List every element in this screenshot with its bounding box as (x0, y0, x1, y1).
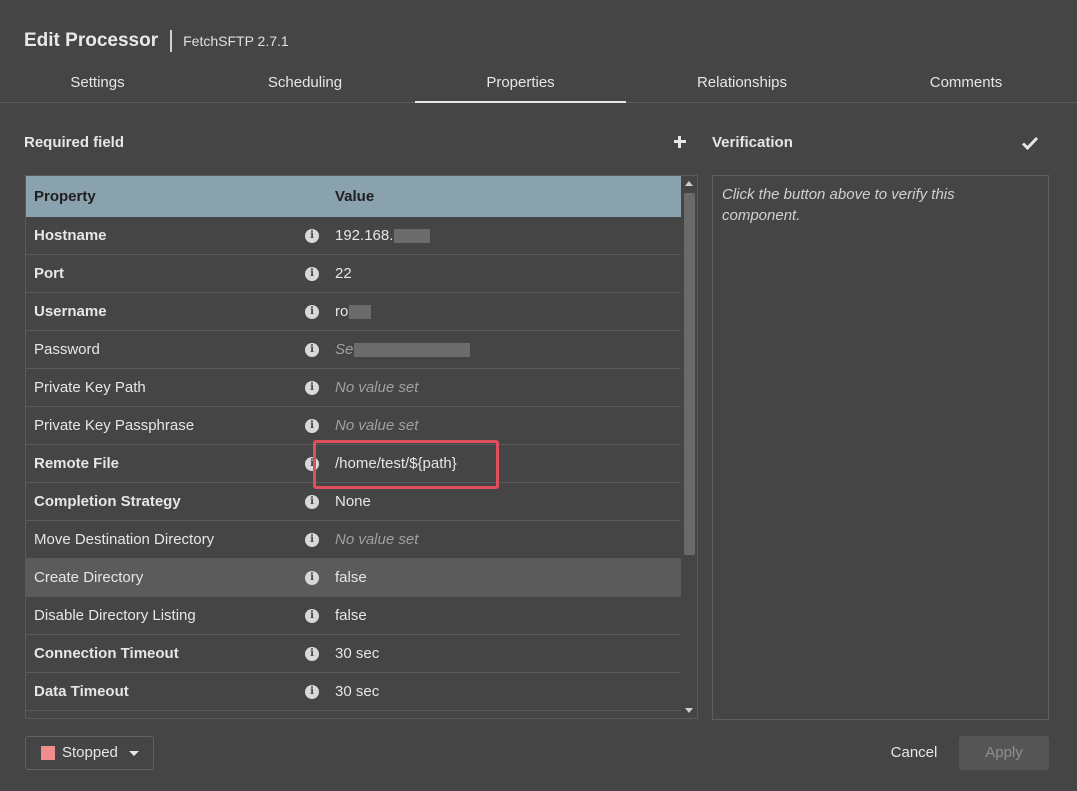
redacted-mask (394, 229, 431, 244)
property-name: Remote File (34, 455, 120, 472)
table-row[interactable]: Password i Se (26, 331, 682, 369)
tab-settings[interactable]: Settings (0, 65, 195, 103)
property-name: Completion Strategy (34, 493, 181, 510)
property-name: Move Destination Directory (34, 531, 215, 548)
property-name: Password (34, 341, 100, 358)
dialog-title: Edit Processor (24, 30, 159, 51)
property-value[interactable]: No value set (335, 407, 418, 444)
property-name: Data Timeout (34, 683, 129, 700)
property-value[interactable]: /home/test/${path} (335, 445, 457, 482)
verification-message: Click the button above to verify this co… (722, 186, 955, 224)
table-row[interactable]: Data Timeout i 30 sec (26, 673, 682, 711)
table-row[interactable]: Move Destination Directory i No value se… (26, 521, 682, 559)
info-icon[interactable]: i (305, 305, 319, 319)
table-row[interactable]: Hostname i 192.168. (26, 217, 682, 255)
table-scrollbar[interactable] (681, 176, 697, 718)
table-row[interactable]: Create Directory i false (26, 559, 682, 597)
property-name: Disable Directory Listing (34, 607, 196, 624)
info-icon[interactable]: i (305, 343, 319, 357)
property-value[interactable]: false (335, 559, 367, 596)
property-value[interactable]: 30 sec (335, 673, 379, 710)
table-row[interactable]: Private Key Passphrase i No value set (26, 407, 682, 445)
property-value[interactable]: None (335, 483, 371, 520)
table-row[interactable]: Username i ro (26, 293, 682, 331)
tab-bar: Settings Scheduling Properties Relations… (0, 65, 1077, 103)
info-icon[interactable]: i (305, 495, 319, 509)
property-name: Hostname (34, 227, 107, 244)
apply-button[interactable]: Apply (959, 736, 1049, 770)
tab-properties[interactable]: Properties (415, 65, 626, 103)
scroll-thumb[interactable] (684, 193, 695, 555)
stopped-status-icon (41, 746, 55, 760)
table-header: Property Value (26, 176, 682, 217)
edit-processor-dialog: Edit Processor FetchSFTP 2.7.1 Settings … (0, 0, 1077, 791)
column-header-value: Value (335, 188, 375, 205)
table-row[interactable]: Remote File i /home/test/${path} (26, 445, 682, 483)
info-icon[interactable]: i (305, 609, 319, 623)
info-icon[interactable]: i (305, 229, 319, 243)
column-header-property: Property (34, 188, 96, 205)
info-icon[interactable]: i (305, 533, 319, 547)
property-name: Private Key Passphrase (34, 417, 195, 434)
property-value[interactable]: 192.168. (335, 217, 431, 254)
property-value[interactable]: Se (335, 331, 471, 368)
tab-relationships[interactable]: Relationships (636, 65, 848, 103)
cancel-button[interactable]: Cancel (882, 736, 946, 770)
required-field-label: Required field (24, 134, 125, 151)
info-icon[interactable]: i (305, 419, 319, 433)
run-status-label: Stopped (62, 744, 118, 761)
verification-panel: Click the button above to verify this co… (712, 175, 1049, 720)
table-row[interactable]: Port i 22 (26, 255, 682, 293)
property-value[interactable]: No value set (335, 369, 418, 406)
property-value[interactable]: ro (335, 293, 372, 330)
dialog-header: Edit Processor FetchSFTP 2.7.1 (24, 28, 289, 54)
property-name: Username (34, 303, 107, 320)
verification-label: Verification (712, 134, 793, 151)
redacted-mask (349, 305, 372, 320)
title-separator (170, 30, 173, 52)
info-icon[interactable]: i (305, 647, 319, 661)
property-value[interactable]: No value set (335, 521, 418, 558)
table-row[interactable]: Disable Directory Listing i false (26, 597, 682, 635)
property-value[interactable]: 30 sec (335, 635, 379, 672)
tab-scheduling[interactable]: Scheduling (200, 65, 410, 103)
info-icon[interactable]: i (305, 267, 319, 281)
caret-down-icon (129, 751, 139, 756)
scroll-up-arrow-icon[interactable] (685, 181, 693, 186)
property-name: Port (34, 265, 64, 282)
property-value[interactable]: false (335, 597, 367, 634)
scroll-down-arrow-icon[interactable] (685, 708, 693, 713)
processor-type: FetchSFTP 2.7.1 (183, 33, 289, 49)
property-value[interactable]: 22 (335, 255, 352, 292)
info-icon[interactable]: i (305, 685, 319, 699)
table-row[interactable]: Completion Strategy i None (26, 483, 682, 521)
table-row[interactable]: Private Key Path i No value set (26, 369, 682, 407)
tab-comments[interactable]: Comments (856, 65, 1076, 103)
plus-icon[interactable] (671, 133, 689, 151)
property-name: Private Key Path (34, 379, 146, 396)
properties-table: Property Value Hostname i 192.168. Port … (25, 175, 698, 719)
table-row[interactable]: Connection Timeout i 30 sec (26, 635, 682, 673)
property-name: Create Directory (34, 569, 144, 586)
property-name: Connection Timeout (34, 645, 179, 662)
checkmark-icon[interactable] (1021, 134, 1039, 152)
info-icon[interactable]: i (305, 381, 319, 395)
info-icon[interactable]: i (305, 571, 319, 585)
run-status-dropdown[interactable]: Stopped (25, 736, 154, 770)
info-icon[interactable]: i (305, 457, 319, 471)
redacted-mask (354, 343, 471, 358)
